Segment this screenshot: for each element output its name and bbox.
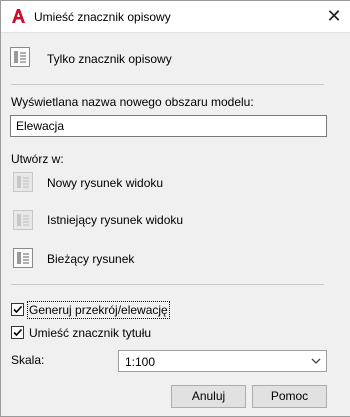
autocad-a-icon	[12, 9, 25, 23]
chevron-down-icon	[311, 358, 321, 364]
separator	[11, 284, 324, 285]
checkmark-icon	[13, 328, 23, 337]
generate-section-label[interactable]: Generuj przekrój/elewację	[27, 301, 170, 319]
current-drawing-label[interactable]: Bieżący rysunek	[47, 252, 134, 266]
scale-value: 1:100	[125, 355, 156, 369]
window-title: Umieść znacznik opisowy	[34, 10, 171, 24]
callout-icon[interactable]	[10, 47, 30, 67]
new-view-drawing-label[interactable]: Nowy rysunek widoku	[47, 176, 163, 190]
create-in-label: Utwórz w:	[11, 152, 64, 166]
title-bar[interactable]: Umieść znacznik opisowy ✕	[1, 1, 350, 33]
dialog-window: Umieść znacznik opisowy ✕ Tylko znacznik…	[0, 0, 350, 417]
model-space-name-input[interactable]	[10, 115, 327, 137]
new-drawing-icon[interactable]	[13, 172, 33, 192]
existing-view-drawing-label[interactable]: Istniejący rysunek widoku	[47, 213, 183, 227]
checkmark-icon	[13, 305, 23, 314]
generate-section-checkbox[interactable]	[11, 303, 24, 316]
scale-dropdown[interactable]: 1:100	[118, 350, 327, 372]
place-title-mark-checkbox[interactable]	[11, 326, 24, 339]
scale-label: Skala:	[11, 353, 45, 367]
callout-only-label[interactable]: Tylko znacznik opisowy	[47, 52, 172, 66]
close-button[interactable]: ✕	[323, 5, 345, 27]
cancel-button[interactable]: Anuluj	[171, 385, 246, 408]
separator	[11, 84, 324, 85]
existing-drawing-icon[interactable]	[13, 210, 33, 230]
current-drawing-icon[interactable]	[13, 248, 33, 268]
help-button[interactable]: Pomoc	[252, 385, 327, 408]
model-space-label: Wyświetlana nazwa nowego obszaru modelu:	[11, 95, 254, 109]
place-title-mark-label[interactable]: Umieść znacznik tytułu	[29, 326, 151, 340]
